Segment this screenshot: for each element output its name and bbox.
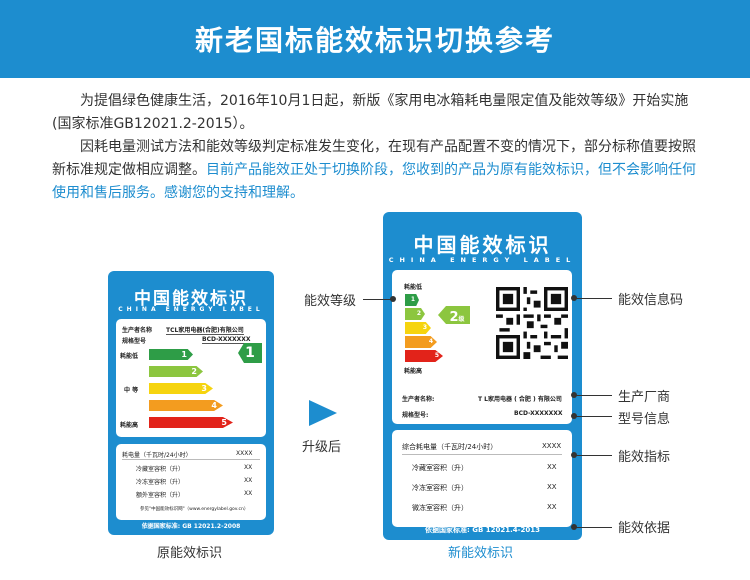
- new-manufacturer-value: T L家用电器 ( 合肥 ) 有限公司: [478, 396, 562, 403]
- old-mid-label: 中 等: [124, 387, 139, 394]
- old-label-standard: 依据国家标准: GB 12021.2-2008: [141, 523, 241, 530]
- callout-model: 型号信息: [618, 412, 671, 427]
- new-current-grade-suffix: 级: [458, 316, 465, 323]
- old-model-key: 规格型号: [122, 338, 147, 345]
- new-current-grade-tag: 2级: [438, 306, 470, 324]
- new-grade-bar-2: 2: [405, 308, 425, 320]
- callout-grade-dot: [390, 296, 396, 302]
- new-row-1-key: 综合耗电量（千瓦时/24小时）: [402, 443, 498, 451]
- intro-paragraph-2: 因耗电量测试方法和能效等级判定标准发生变化，在现有产品配置不变的情况下，部分标称…: [52, 136, 702, 205]
- new-row-3-key: 冷冻室容积（升）: [412, 484, 468, 492]
- new-current-grade-number: 2: [449, 310, 459, 325]
- new-label-grade-panel: 耗能低 1 2 3 4 5 耗能高 2级 生产者名称: T L家用电器 ( 合肥…: [392, 270, 572, 424]
- callout-grade-line: [363, 299, 393, 300]
- old-row-3-value: XX: [244, 477, 253, 484]
- old-grade-bar-1: 1: [149, 349, 193, 360]
- old-label-data-panel: 耗电量（千瓦时/24小时） XXXX 冷藏室容积（升） XX 冷冻室容积（升） …: [116, 444, 266, 520]
- old-energy-label: 中国能效标识 CHINA ENERGY LABEL 生产者名称 TCL家用电器(…: [108, 271, 274, 535]
- old-label-brand-en: CHINA ENERGY LABEL: [118, 306, 264, 313]
- new-label-caption: 新能效标识: [448, 546, 514, 561]
- old-manufacturer-value: TCL家用电器(合肥)有限公司: [166, 327, 244, 335]
- new-grade-bar-4: 4: [405, 336, 437, 348]
- old-footnote: 参见"中国能效标识网"（www.energylabel.gov.cn）: [140, 507, 249, 512]
- new-row-1-value: XXXX: [542, 442, 562, 450]
- old-label-grade-panel: 生产者名称 TCL家用电器(合肥)有限公司 规格型号 BCD-XXXXXXX 耗…: [116, 319, 266, 437]
- new-grade-bar-5: 5: [405, 350, 443, 362]
- new-row-4-value: XX: [547, 503, 557, 511]
- new-grade-bar-3: 3: [405, 322, 431, 334]
- new-row-3-value: XX: [547, 483, 557, 491]
- qr-code-icon: [496, 287, 568, 359]
- old-current-grade-tag: 1: [238, 343, 262, 363]
- new-manufacturer-key: 生产者名称:: [402, 396, 435, 403]
- old-high-label: 耗能高: [120, 422, 139, 429]
- old-label-caption: 原能效标识: [157, 546, 223, 561]
- callout-manufacturer: 生产厂商: [618, 390, 671, 405]
- old-row-divider: [122, 459, 260, 460]
- callout-qr: 能效信息码: [618, 293, 684, 308]
- old-grade-bar-3: 3: [149, 383, 213, 394]
- old-grade-bar-2: 2: [149, 366, 203, 377]
- callout-basis: 能效依据: [618, 521, 671, 536]
- new-energy-label: 中国能效标识 CHINA ENERGY LABEL 耗能低 1 2 3 4 5 …: [383, 212, 582, 540]
- new-label-brand-en: CHINA ENERGY LABEL: [388, 256, 577, 264]
- upgrade-arrow-icon: [309, 400, 337, 426]
- old-row-1-key: 耗电量（千瓦时/24小时）: [122, 452, 192, 459]
- old-model-value: BCD-XXXXXXX: [202, 336, 251, 344]
- intro-paragraph-1: 为提倡绿色健康生活，2016年10月1日起，新版《家用电冰箱耗电量限定值及能效等…: [52, 93, 689, 132]
- callout-model-line: [574, 416, 612, 417]
- old-manufacturer-key: 生产者名称: [122, 327, 153, 334]
- old-row-1-value: XXXX: [236, 450, 253, 457]
- intro-text: 为提倡绿色健康生活，2016年10月1日起，新版《家用电冰箱耗电量限定值及能效等…: [52, 90, 702, 205]
- callout-manufacturer-line: [574, 395, 612, 396]
- new-label-standard: 依据国家标准: GB 12021.4-2013: [424, 526, 541, 534]
- callout-qr-line: [574, 298, 612, 299]
- new-high-label: 耗能高: [404, 368, 423, 375]
- callout-indicators: 能效指标: [618, 450, 671, 465]
- old-low-label: 耗能低: [120, 353, 139, 360]
- new-model-key: 规格型号:: [402, 412, 429, 419]
- old-grade-bar-4: 4: [149, 400, 223, 411]
- old-grade-bar-5: 5: [149, 417, 233, 428]
- old-row-4-key: 额外室容积（升）: [136, 492, 185, 499]
- new-grade-bar-1: 1: [405, 294, 419, 306]
- page-title: 新老国标能效标识切换参考: [0, 0, 750, 78]
- new-model-value: BCD-XXXXXXX: [514, 410, 563, 417]
- new-row-4-key: 微冻室容积（升）: [412, 504, 468, 512]
- new-row-2-value: XX: [547, 463, 557, 471]
- old-row-2-value: XX: [244, 464, 253, 471]
- new-label-data-panel: 综合耗电量（千瓦时/24小时） XXXX 冷藏室容积（升） XX 冷冻室容积（升…: [392, 430, 572, 527]
- callout-indicators-line: [574, 455, 612, 456]
- old-row-4-value: XX: [244, 490, 253, 497]
- callout-basis-line: [574, 527, 612, 528]
- old-row-3-key: 冷冻室容积（升）: [136, 479, 185, 486]
- new-low-label: 耗能低: [404, 284, 423, 291]
- callout-grade: 能效等级: [304, 294, 357, 309]
- new-row-2-key: 冷藏室容积（升）: [412, 464, 468, 472]
- new-label-brand: 中国能效标识: [413, 233, 552, 257]
- old-row-2-key: 冷藏室容积（升）: [136, 466, 185, 473]
- new-row-divider: [402, 454, 562, 455]
- upgrade-label: 升级后: [302, 440, 342, 455]
